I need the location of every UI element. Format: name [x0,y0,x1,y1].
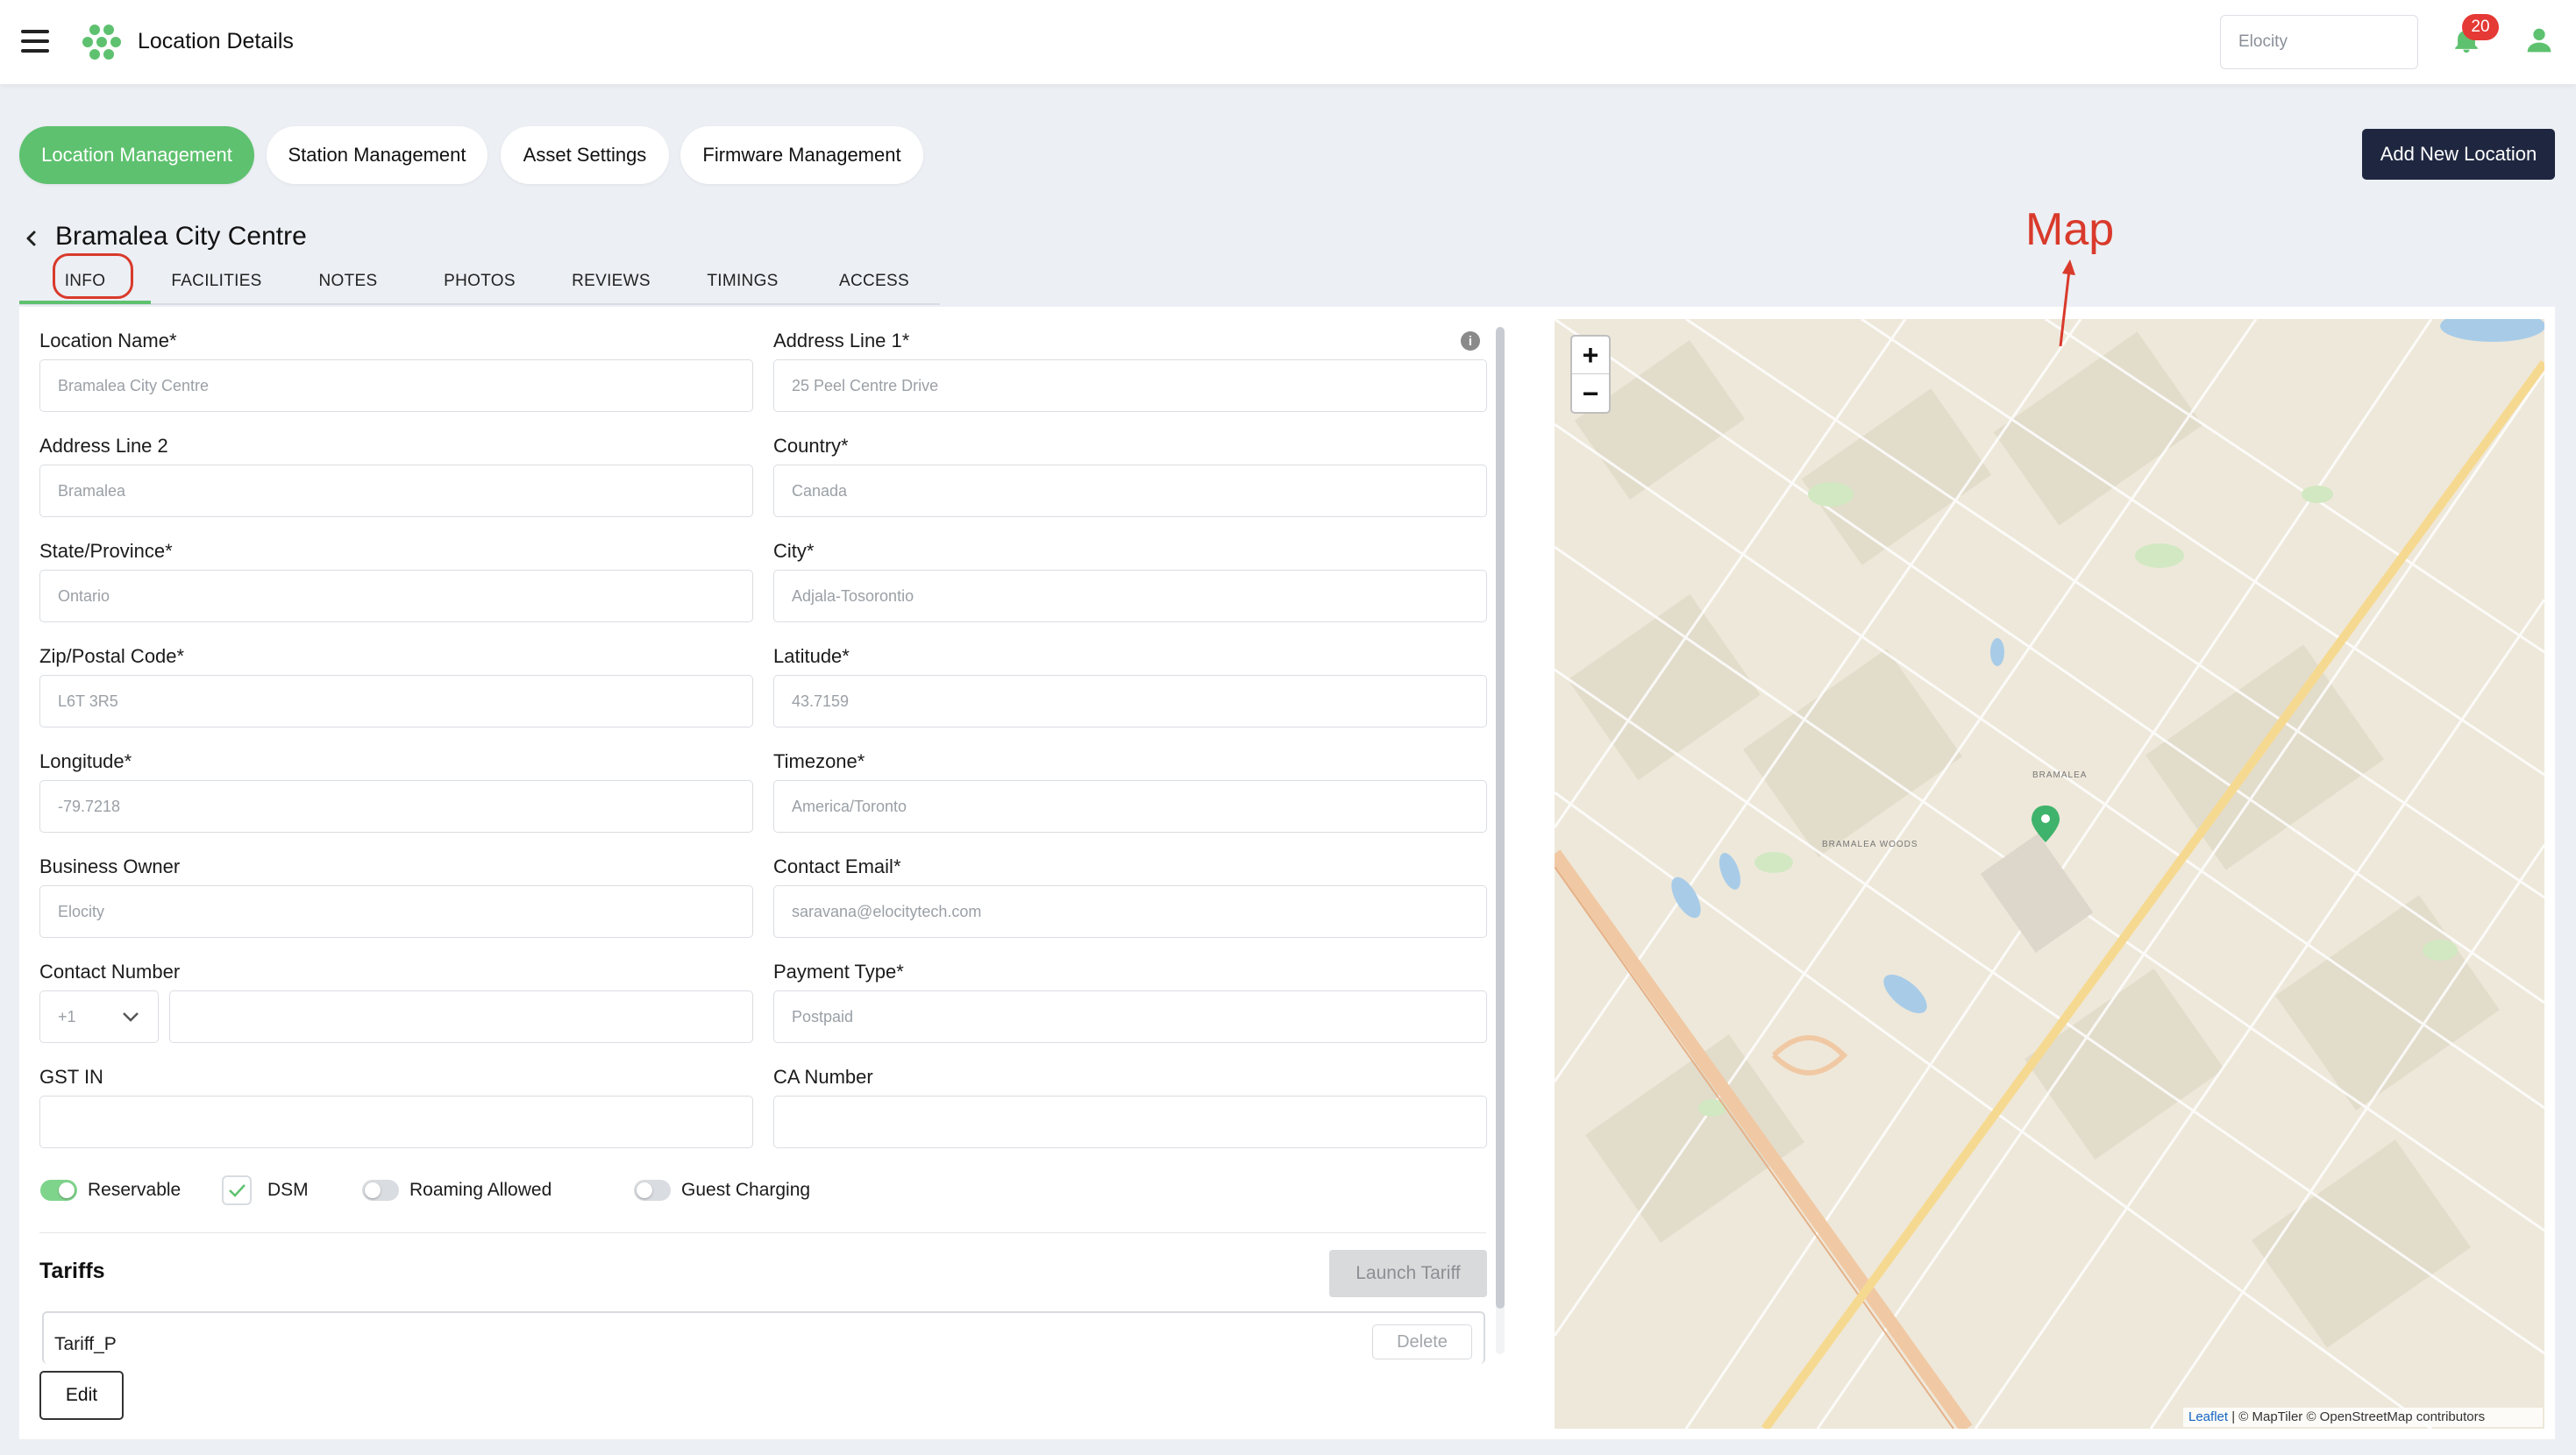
location-title: Bramalea City Centre [55,222,307,251]
longitude-input[interactable]: -79.7218 [39,780,753,833]
tab-notes[interactable]: NOTES [282,272,414,291]
location-name-label: Location Name* [39,330,177,351]
tab-access[interactable]: ACCESS [808,272,940,291]
tariff-name: Tariff_P [54,1334,117,1354]
country-label: Country* [773,435,849,457]
guest-charging-label: Guest Charging [681,1180,811,1200]
tab-facilities[interactable]: FACILITIES [151,272,282,291]
map-tiles: BRAMALEA BRAMALEA WOODS [1555,319,2544,1429]
city-input[interactable]: Adjala-Tosorontio [773,570,1487,622]
page-title: Location Details [138,29,294,53]
tab-photos[interactable]: PHOTOS [414,272,545,291]
scrollbar-thumb[interactable] [1496,327,1505,1309]
latitude-input[interactable]: 43.7159 [773,675,1487,728]
organization-select[interactable]: Elocity [2220,15,2418,69]
tab-reviews[interactable]: REVIEWS [545,272,677,291]
roaming-label: Roaming Allowed [409,1180,552,1200]
contact-number-input[interactable] [169,990,753,1043]
state-label: State/Province* [39,540,173,562]
tab-asset-settings[interactable]: Asset Settings [501,126,669,184]
chevron-down-icon [123,1012,139,1022]
info-icon[interactable]: i [1461,331,1480,351]
address-line-2-input[interactable]: Bramalea [39,465,753,517]
contact-number-label: Contact Number [39,961,181,983]
user-icon[interactable] [2525,26,2553,54]
map-attribution: Leaflet | © MapTiler © OpenStreetMap con… [2183,1408,2543,1427]
top-bar: Location Details Elocity 20 [0,0,2576,84]
reservable-toggle[interactable] [40,1180,77,1201]
tariffs-heading: Tariffs [39,1259,105,1283]
dsm-label: DSM [267,1180,309,1200]
timezone-input[interactable]: America/Toronto [773,780,1487,833]
reservable-label: Reservable [88,1180,181,1200]
zip-label: Zip/Postal Code* [39,645,185,667]
tab-station-management[interactable]: Station Management [267,126,487,184]
tab-timings[interactable]: TIMINGS [677,272,808,291]
address-line-2-label: Address Line 2 [39,435,168,457]
country-code-select[interactable]: +1 [39,990,159,1043]
country-code-value: +1 [58,1007,76,1026]
timezone-label: Timezone* [773,750,865,772]
longitude-label: Longitude* [39,750,132,772]
check-icon [229,1184,246,1197]
sub-tabs: INFO FACILITIES NOTES PHOTOS REVIEWS TIM… [19,259,940,305]
notification-badge: 20 [2462,14,2499,40]
zoom-out-button[interactable]: − [1572,375,1609,413]
location-map[interactable]: BRAMALEA BRAMALEA WOODS [1555,319,2544,1429]
launch-tariff-button[interactable]: Launch Tariff [1329,1250,1487,1297]
address-line-1-label: Address Line 1* [773,330,910,351]
attribution-text: | © MapTiler © OpenStreetMap contributor… [2231,1409,2486,1424]
business-owner-label: Business Owner [39,855,181,877]
guest-charging-toggle[interactable] [634,1180,671,1201]
country-input[interactable]: Canada [773,465,1487,517]
contact-email-label: Contact Email* [773,855,901,877]
map-label-bramalea-woods: BRAMALEA WOODS [1822,840,1918,849]
business-owner-input[interactable]: Elocity [39,885,753,938]
location-name-input[interactable]: Bramalea City Centre [39,359,753,412]
map-label-bramalea: BRAMALEA [2032,770,2087,780]
annotation-arrow-icon [2059,259,2075,347]
add-new-location-button[interactable]: Add New Location [2362,129,2555,180]
menu-icon[interactable] [21,30,49,53]
contact-email-input[interactable]: saravana@elocitytech.com [773,885,1487,938]
latitude-label: Latitude* [773,645,850,667]
address-line-1-input[interactable]: 25 Peel Centre Drive [773,359,1487,412]
dsm-checkbox[interactable] [222,1175,252,1205]
tab-firmware-management[interactable]: Firmware Management [680,126,923,184]
payment-type-label: Payment Type* [773,961,904,983]
active-tab-indicator [19,301,151,304]
annotation-circle [53,253,133,299]
zoom-control: + − [1570,335,1611,414]
zoom-in-button[interactable]: + [1572,337,1609,374]
logo-icon [82,25,121,60]
ca-number-label: CA Number [773,1066,873,1088]
zip-input[interactable]: L6T 3R5 [39,675,753,728]
delete-tariff-button[interactable]: Delete [1372,1324,1472,1359]
payment-type-input[interactable]: Postpaid [773,990,1487,1043]
edit-button[interactable]: Edit [39,1371,124,1420]
gst-in-label: GST IN [39,1066,103,1088]
gst-in-input[interactable] [39,1096,753,1148]
back-chevron-icon[interactable] [21,228,42,249]
tab-location-management[interactable]: Location Management [19,126,254,184]
map-annotation-label: Map [2025,204,2115,255]
divider [39,1232,1486,1233]
tariff-card [42,1311,1485,1364]
ca-number-input[interactable] [773,1096,1487,1148]
state-input[interactable]: Ontario [39,570,753,622]
leaflet-link[interactable]: Leaflet [2188,1409,2228,1424]
city-label: City* [773,540,815,562]
roaming-toggle[interactable] [362,1180,399,1201]
